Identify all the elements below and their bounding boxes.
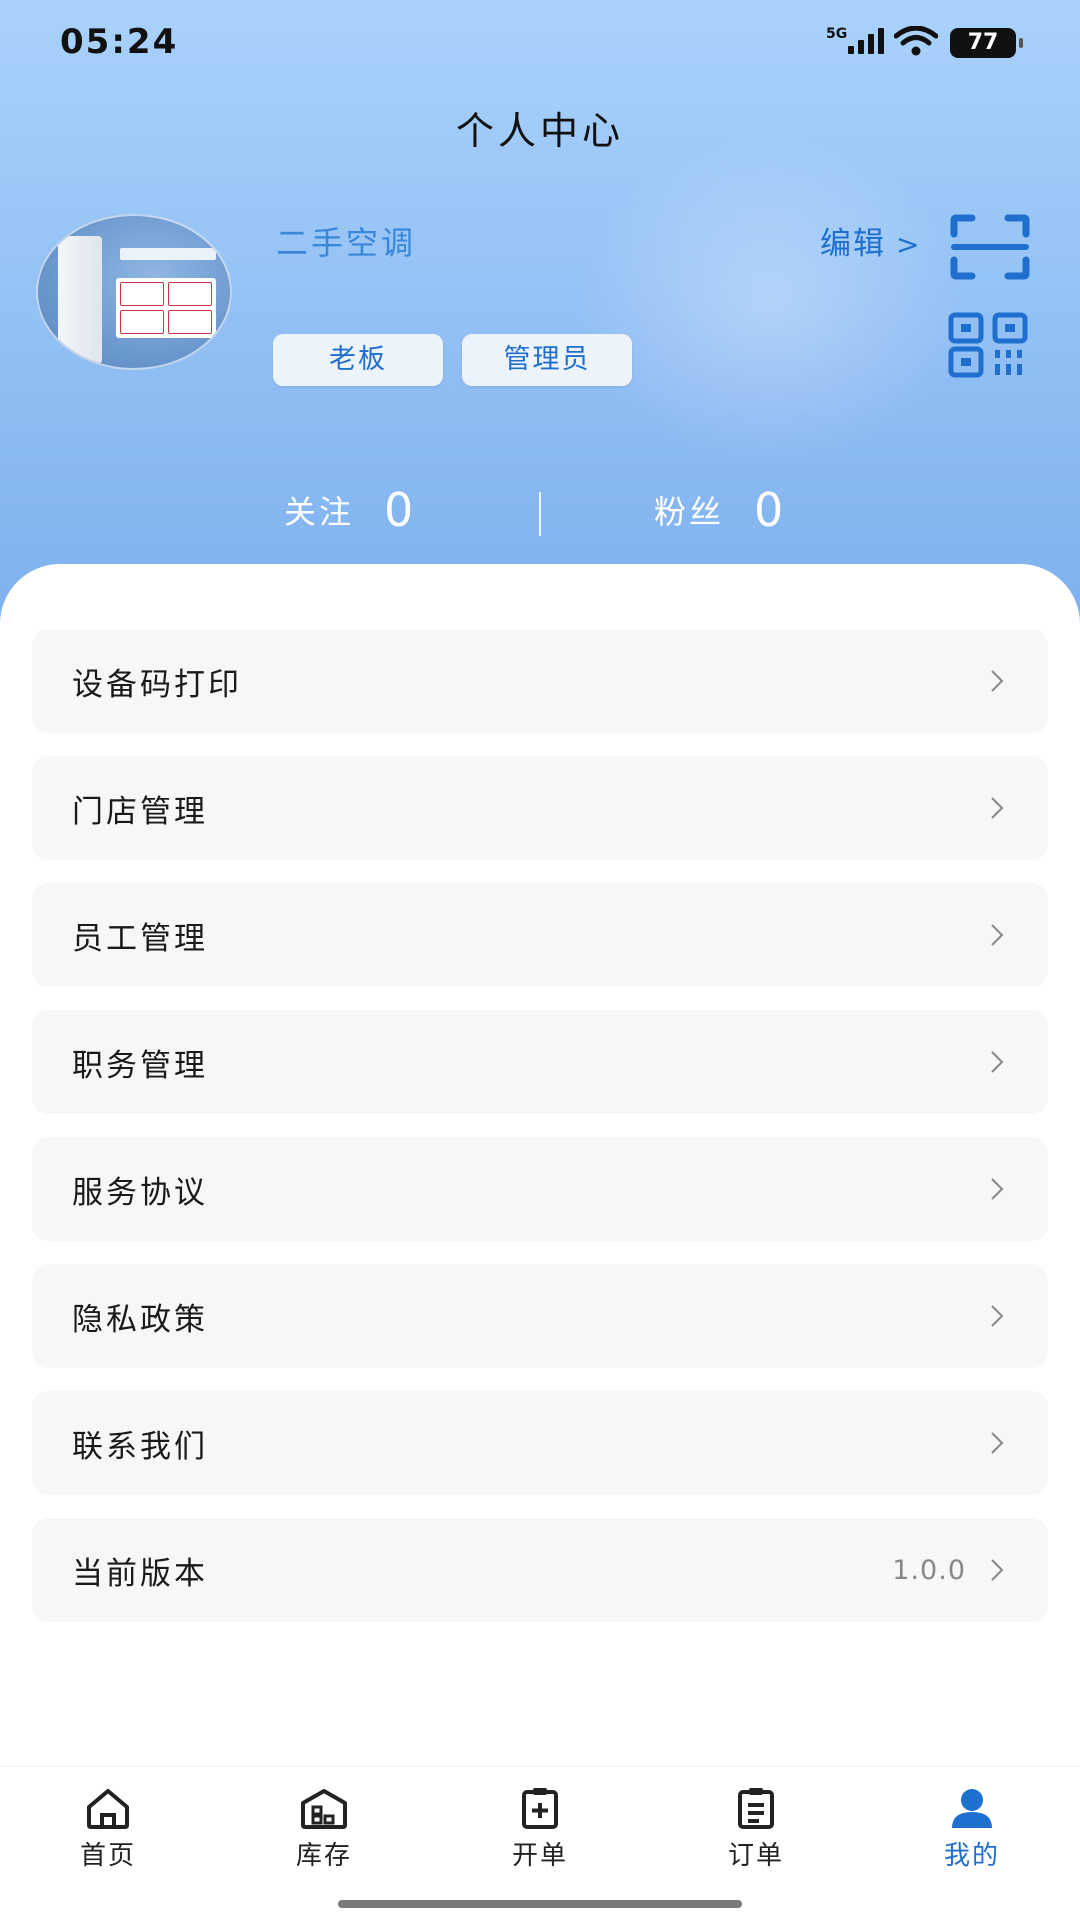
home-icon xyxy=(87,1789,129,1829)
add-clipboard-icon xyxy=(522,1788,558,1829)
page-title: 个人中心 xyxy=(455,109,624,153)
role-tag-boss: 老板 xyxy=(273,334,443,386)
user-icon xyxy=(952,1789,992,1828)
edit-profile-link[interactable]: 编辑 > xyxy=(820,218,921,263)
home-indicator xyxy=(338,1900,742,1908)
stats-divider xyxy=(539,492,541,536)
tab-mine[interactable]: 我的 xyxy=(912,1787,1032,1887)
menu-item-label: 门店管理 xyxy=(72,793,208,830)
tab-create-order[interactable]: 开单 xyxy=(480,1787,600,1887)
following-stat[interactable]: 关注 0 xyxy=(284,480,413,540)
tab-label: 开单 xyxy=(511,1841,568,1871)
chevron-right-icon xyxy=(991,1051,1004,1073)
followers-stat[interactable]: 粉丝 0 xyxy=(654,480,783,540)
chevron-right-icon xyxy=(991,1559,1004,1581)
followers-label: 粉丝 xyxy=(654,493,725,531)
following-label: 关注 xyxy=(284,493,355,531)
wifi-icon xyxy=(894,26,938,56)
menu-item-label: 服务协议 xyxy=(72,1174,208,1211)
tab-label: 订单 xyxy=(727,1841,784,1871)
clipboard-list-icon xyxy=(738,1788,774,1829)
following-count: 0 xyxy=(384,483,414,537)
qr-code-icon[interactable] xyxy=(948,312,1032,378)
chevron-right-icon xyxy=(991,1305,1004,1327)
tab-label: 我的 xyxy=(943,1841,1000,1871)
menu-item-contact-us[interactable]: 联系我们 xyxy=(32,1391,1048,1495)
chevron-right-icon xyxy=(991,1178,1004,1200)
menu-item-service-agreement[interactable]: 服务协议 xyxy=(32,1137,1048,1241)
menu-item-label: 设备码打印 xyxy=(72,666,242,703)
menu-item-label: 隐私政策 xyxy=(72,1301,208,1338)
bottom-tab-bar: 首页 库存 开单 订单 我的 xyxy=(0,1766,1080,1920)
edit-label: 编辑 xyxy=(820,226,886,262)
avatar[interactable] xyxy=(36,214,232,370)
chevron-right-icon: > xyxy=(896,228,922,261)
avatar-ac-unit-graphic xyxy=(58,236,102,364)
network-type: 5G xyxy=(826,26,848,42)
chevron-right-icon xyxy=(991,1432,1004,1454)
version-value: 1.0.0 xyxy=(892,1554,966,1586)
avatar-spec-panel-graphic xyxy=(116,278,216,338)
profile-stats: 关注 0 粉丝 0 xyxy=(0,480,1080,540)
tab-label: 库存 xyxy=(295,1841,352,1871)
avatar-banner-graphic xyxy=(120,248,216,260)
status-bar: 05:24 5G 77 xyxy=(0,0,1080,90)
profile-name: 二手空调 xyxy=(276,224,417,262)
menu-item-privacy-policy[interactable]: 隐私政策 xyxy=(32,1264,1048,1368)
chevron-right-icon xyxy=(991,797,1004,819)
signal-icon xyxy=(848,28,884,54)
tab-inventory[interactable]: 库存 xyxy=(264,1787,384,1887)
tab-orders[interactable]: 订单 xyxy=(696,1787,816,1887)
menu-item-position-management[interactable]: 职务管理 xyxy=(32,1010,1048,1114)
warehouse-icon xyxy=(301,1789,347,1829)
menu-item-device-code-print[interactable]: 设备码打印 xyxy=(32,629,1048,733)
status-time: 05:24 xyxy=(60,22,179,62)
tab-label: 首页 xyxy=(79,1841,136,1871)
followers-count: 0 xyxy=(754,483,784,537)
tab-home[interactable]: 首页 xyxy=(48,1787,168,1887)
menu-item-staff-management[interactable]: 员工管理 xyxy=(32,883,1048,987)
screen: 05:24 5G 77 个人中心 二手空调 编辑 > 老板 管理员 关注 0 粉… xyxy=(0,0,1080,1920)
menu-item-label: 联系我们 xyxy=(72,1428,208,1465)
menu-item-current-version[interactable]: 当前版本 1.0.0 xyxy=(32,1518,1048,1622)
chevron-right-icon xyxy=(991,670,1004,692)
menu-item-store-management[interactable]: 门店管理 xyxy=(32,756,1048,860)
battery-icon: 77 xyxy=(950,28,1023,58)
menu-item-label: 职务管理 xyxy=(72,1047,208,1084)
role-tag-admin: 管理员 xyxy=(462,334,632,386)
menu-item-label: 员工管理 xyxy=(72,920,208,957)
menu-item-label: 当前版本 xyxy=(72,1555,208,1592)
scan-icon[interactable] xyxy=(950,214,1030,280)
chevron-right-icon xyxy=(991,924,1004,946)
